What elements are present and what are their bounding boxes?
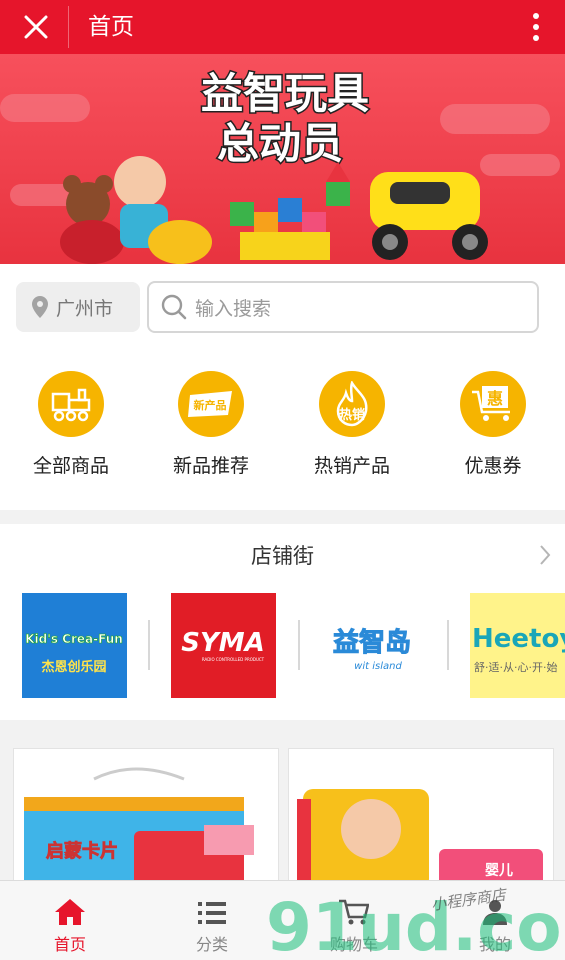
svg-text:杰恩创乐园: 杰恩创乐园 <box>41 659 106 675</box>
banner-toys-image <box>60 156 488 264</box>
category-all-products[interactable]: 全部商品 <box>16 371 126 478</box>
search-icon <box>161 294 187 320</box>
tab-label: 购物车 <box>329 935 378 954</box>
location-selector[interactable]: 广州市 <box>16 282 140 332</box>
new-badge-icon: 新产品 <box>178 371 244 437</box>
tab-label: 首页 <box>53 935 86 954</box>
city-label: 广州市 <box>56 297 114 320</box>
app-page: 首页 益智玩具 总动员 广州市 输入搜索 全部商品 新产品 新品推荐 热销 热销… <box>0 0 565 960</box>
category-label: 全部商品 <box>32 455 109 477</box>
product-image: 启蒙卡片 <box>14 749 278 887</box>
logo-divider <box>447 620 449 670</box>
tab-cart[interactable]: 购物车 <box>284 881 424 960</box>
more-menu-icon[interactable] <box>521 4 551 50</box>
promo-banner[interactable]: 益智玩具 总动员 <box>0 54 565 264</box>
logo-divider <box>148 620 150 670</box>
search-bar-row: 广州市 输入搜索 <box>0 264 565 350</box>
bottom-tab-bar: 首页 分类 购物车 我的 <box>0 880 565 960</box>
search-placeholder: 输入搜索 <box>195 297 272 320</box>
home-icon <box>0 881 140 925</box>
svg-text:wit island: wit island <box>354 661 402 672</box>
logo-divider <box>298 620 300 670</box>
category-shortcuts: 全部商品 新产品 新品推荐 热销 热销产品 惠 优惠券 <box>0 350 565 510</box>
svg-text:益智岛: 益智岛 <box>333 627 411 658</box>
category-label: 优惠券 <box>464 455 522 477</box>
product-image: 婴儿 <box>289 749 553 887</box>
page-title: 首页 <box>88 14 134 40</box>
user-icon <box>425 881 565 925</box>
list-icon <box>142 881 282 925</box>
header-divider <box>68 6 69 48</box>
svg-text:Heetoy: Heetoy <box>472 624 565 654</box>
tab-category[interactable]: 分类 <box>142 881 282 960</box>
svg-text:婴儿: 婴儿 <box>485 862 513 879</box>
product-card[interactable]: 婴儿 <box>288 748 554 888</box>
chevron-right-icon[interactable] <box>539 544 551 570</box>
svg-text:惠: 惠 <box>487 389 503 408</box>
product-card[interactable]: 启蒙卡片 <box>13 748 279 888</box>
shop-logo-syma[interactable]: SYMA RADIO CONTROLLED PRODUCT <box>171 593 276 698</box>
category-new-arrivals[interactable]: 新产品 新品推荐 <box>156 371 266 478</box>
top-bar: 首页 <box>0 0 565 54</box>
svg-text:舒·适·从·心·开·始: 舒·适·从·心·开·始 <box>474 660 557 674</box>
shop-logo-wit-island[interactable]: 益智岛 wit island <box>320 593 425 698</box>
tab-label: 分类 <box>195 935 228 954</box>
cart-icon <box>284 881 424 925</box>
shop-logo-heetoy[interactable]: Heetoy 舒·适·从·心·开·始 <box>470 593 565 698</box>
tab-profile[interactable]: 我的 <box>425 881 565 960</box>
svg-text:新产品: 新产品 <box>194 398 227 412</box>
product-grid: 启蒙卡片 婴儿 <box>0 734 565 888</box>
shop-logo-kids-creafun[interactable]: Kid's Crea-Fun 杰恩创乐园 <box>22 593 127 698</box>
svg-text:SYMA: SYMA <box>181 628 265 658</box>
category-label: 新品推荐 <box>172 455 249 477</box>
close-icon[interactable] <box>14 6 58 48</box>
shop-street-section: 店铺街 Kid's Crea-Fun 杰恩创乐园 SYMA RADIO CONT… <box>0 524 565 720</box>
tab-home[interactable]: 首页 <box>0 881 140 960</box>
search-input[interactable]: 输入搜索 <box>147 281 539 333</box>
svg-text:RADIO CONTROLLED PRODUCT: RADIO CONTROLLED PRODUCT <box>202 657 265 662</box>
svg-text:热销: 热销 <box>339 407 365 423</box>
svg-text:益智玩具: 益智玩具 <box>201 69 369 118</box>
svg-text:Kid's Crea-Fun: Kid's Crea-Fun <box>25 632 123 646</box>
svg-text:启蒙卡片: 启蒙卡片 <box>46 840 118 862</box>
location-pin-icon <box>32 296 48 318</box>
category-hot-sales[interactable]: 热销 热销产品 <box>297 371 407 478</box>
category-label: 热销产品 <box>313 455 390 477</box>
shop-street-title[interactable]: 店铺街 <box>0 540 565 570</box>
flame-icon: 热销 <box>319 371 385 437</box>
coupon-cart-icon: 惠 <box>460 371 526 437</box>
train-icon <box>38 371 104 437</box>
category-coupons[interactable]: 惠 优惠券 <box>438 371 548 478</box>
tab-label: 我的 <box>478 935 511 954</box>
